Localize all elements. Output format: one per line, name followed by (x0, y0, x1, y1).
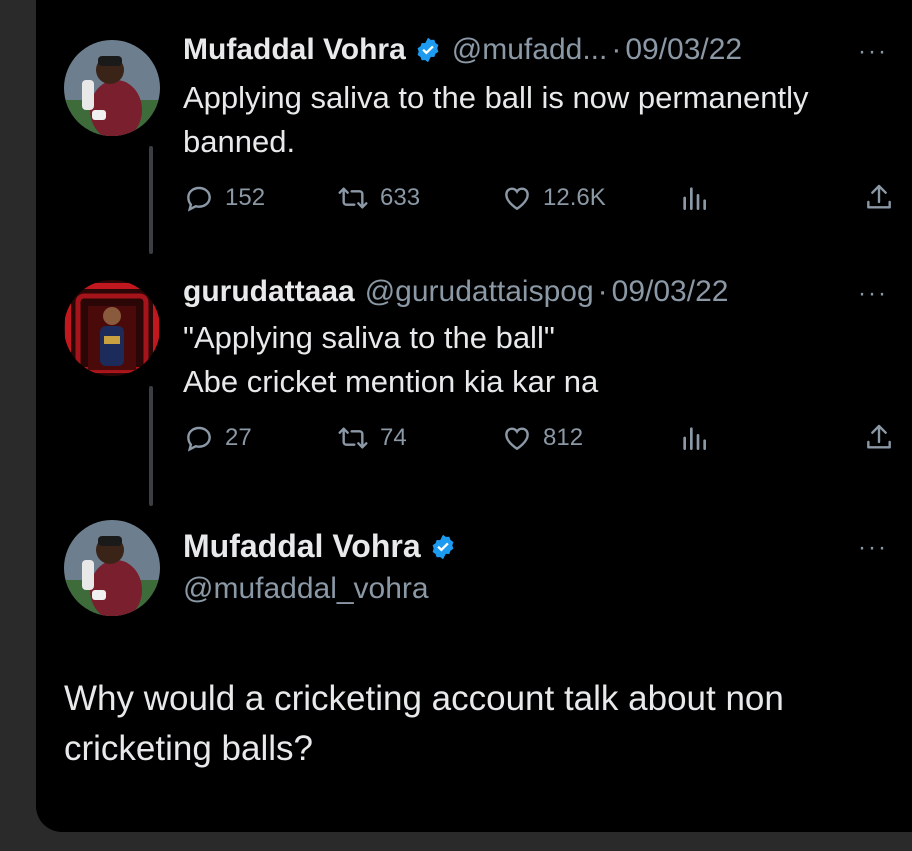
author-name[interactable]: Mufaddal Vohra (183, 528, 421, 565)
views-icon (683, 427, 706, 450)
thread-line (149, 146, 153, 254)
avatar[interactable] (64, 520, 160, 616)
share-icon (867, 184, 891, 209)
avatar[interactable] (64, 40, 160, 136)
reply-button[interactable]: 27 (183, 422, 252, 454)
main-author-row: Mufaddal Vohra (183, 528, 457, 565)
like-button[interactable]: 12.6K (501, 182, 606, 214)
tweet-text: Applying saliva to the ball is now perma… (183, 80, 809, 159)
tweet-header: Mufaddal Vohra @mufadd... · 09/03/22 (183, 32, 742, 68)
views-button[interactable] (678, 182, 720, 214)
verified-icon (432, 534, 454, 559)
main-tweet-text: Why would a cricketing account talk abou… (64, 679, 784, 768)
retweet-icon (338, 427, 368, 449)
retweet-count: 74 (380, 424, 407, 451)
more-icon[interactable]: ··· (858, 282, 888, 306)
author-handle[interactable]: @mufadd... (452, 32, 608, 68)
tweet-date[interactable]: 09/03/22 (612, 274, 729, 310)
share-button[interactable] (863, 182, 905, 214)
reply-button[interactable]: 152 (183, 182, 265, 214)
more-icon[interactable]: ··· (858, 536, 888, 560)
retweet-button[interactable]: 633 (336, 182, 420, 214)
tweet-actions: 152 633 12.6K (183, 182, 893, 218)
thread-line (149, 386, 153, 506)
like-count: 12.6K (543, 184, 606, 211)
reply-count: 152 (225, 184, 266, 211)
tweet-date[interactable]: 09/03/22 (625, 32, 742, 68)
verified-icon (417, 37, 439, 63)
reply-count: 27 (225, 424, 252, 451)
author-name[interactable]: gurudattaaa (183, 274, 355, 310)
separator-dot: · (597, 275, 608, 308)
author-name[interactable]: Mufaddal Vohra (183, 32, 406, 68)
reply-icon (187, 426, 211, 452)
retweet-icon (338, 187, 368, 209)
like-icon (505, 187, 529, 211)
like-button[interactable]: 812 (501, 422, 583, 454)
like-icon (505, 427, 529, 451)
author-handle[interactable]: @gurudattaispog (365, 274, 594, 310)
more-icon[interactable]: ··· (858, 40, 888, 64)
like-count: 812 (543, 424, 584, 451)
tweet-actions: 27 74 812 (183, 422, 893, 458)
reply-icon (187, 186, 211, 212)
tweet-thread-card: Mufaddal Vohra @mufadd... · 09/03/22 ···… (36, 0, 912, 832)
views-icon (683, 187, 706, 210)
tweet-text: "Applying saliva to the ball" Abe cricke… (183, 320, 599, 399)
views-button[interactable] (678, 422, 720, 454)
tweet-header: gurudattaaa @gurudattaispog · 09/03/22 (183, 274, 728, 310)
share-button[interactable] (863, 422, 905, 454)
share-icon (867, 424, 891, 449)
retweet-button[interactable]: 74 (336, 422, 407, 454)
author-handle[interactable]: @mufaddal_vohra (183, 572, 429, 606)
separator-dot: · (611, 33, 622, 66)
retweet-count: 633 (380, 184, 421, 211)
avatar[interactable] (64, 280, 160, 376)
